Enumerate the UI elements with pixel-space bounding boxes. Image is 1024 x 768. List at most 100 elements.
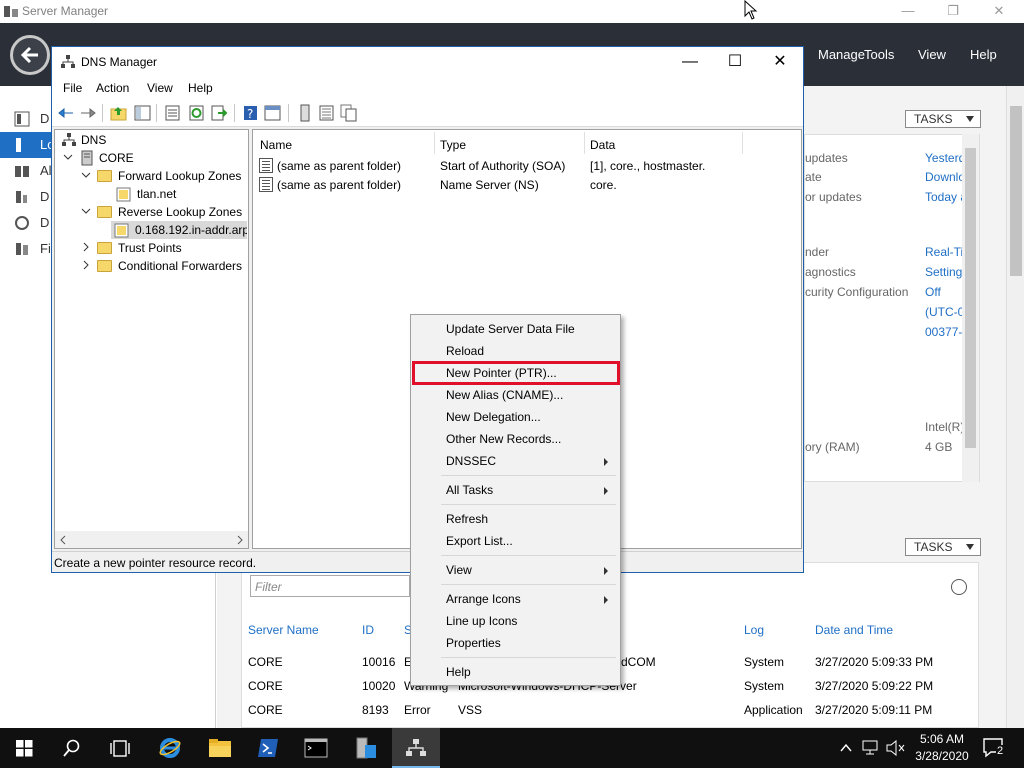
network-icon[interactable] xyxy=(862,740,880,756)
maximize-icon[interactable]: ❐ xyxy=(938,2,968,20)
menu-item-all-tasks[interactable]: All Tasks xyxy=(413,479,618,501)
menu-item-other-new-records[interactable]: Other New Records... xyxy=(413,428,618,450)
event-id: 10016 xyxy=(362,655,396,669)
menu-item-refresh[interactable]: Refresh xyxy=(413,508,618,530)
menu-item-view[interactable]: View xyxy=(413,559,618,581)
menu-tools[interactable]: Tools xyxy=(864,47,894,62)
taskbar-internet-explorer[interactable] xyxy=(146,728,194,768)
minimize-icon[interactable]: — xyxy=(893,2,923,20)
search-button[interactable] xyxy=(48,728,96,768)
tree-horizontal-scrollbar[interactable] xyxy=(55,531,248,548)
up-folder-icon[interactable] xyxy=(110,104,128,122)
chevron-left-icon[interactable] xyxy=(59,535,67,545)
menu-item-dnssec[interactable]: DNSSEC xyxy=(413,450,618,472)
forward-arrow-icon[interactable] xyxy=(79,104,97,122)
tree-node-server-core[interactable]: CORE xyxy=(57,149,247,167)
menu-file[interactable]: File xyxy=(63,81,82,95)
column-server-name[interactable]: Server Name xyxy=(248,623,319,637)
server-icon[interactable] xyxy=(296,104,314,122)
property-value[interactable]: Setting xyxy=(925,265,962,279)
start-button[interactable] xyxy=(0,728,48,768)
column-date-time[interactable]: Date and Time xyxy=(815,623,893,637)
menu-help[interactable]: Help xyxy=(188,81,213,95)
tree-node-forward-lookup-zones[interactable]: Forward Lookup Zones xyxy=(57,167,247,185)
list-icon[interactable] xyxy=(318,104,336,122)
tree-node-reverse-lookup-zones[interactable]: Reverse Lookup Zones xyxy=(57,203,247,221)
table-row[interactable]: (same as parent folder) Name Server (NS)… xyxy=(257,175,797,194)
event-source: VSS xyxy=(458,703,483,717)
expand-icon[interactable] xyxy=(951,579,967,595)
chevron-up-icon[interactable] xyxy=(840,742,852,754)
property-value[interactable]: Yesterd xyxy=(925,151,965,165)
close-icon[interactable]: ✕ xyxy=(984,2,1014,20)
taskbar-server-manager[interactable] xyxy=(342,728,390,768)
menu-item-properties[interactable]: Properties xyxy=(413,632,618,654)
copy-icon[interactable] xyxy=(340,104,358,122)
tasks-button-events[interactable]: TASKS xyxy=(905,538,981,556)
chevron-down-icon[interactable] xyxy=(81,206,91,216)
column-type[interactable]: Type xyxy=(440,138,466,152)
taskbar-command-prompt[interactable] xyxy=(292,728,340,768)
back-button[interactable] xyxy=(10,35,50,75)
dns-menubar: File Action View Help xyxy=(52,77,803,99)
help-icon[interactable]: ? xyxy=(242,104,260,122)
close-icon[interactable]: ✕ xyxy=(757,47,803,77)
events-filter-input[interactable]: Filter xyxy=(250,575,410,597)
tasks-button-properties[interactable]: TASKS xyxy=(905,110,981,128)
menu-item-help[interactable]: Help xyxy=(413,661,618,683)
menu-item-arrange-icons[interactable]: Arrange Icons xyxy=(413,588,618,610)
scrollbar-thumb[interactable] xyxy=(1010,106,1022,276)
properties-icon[interactable] xyxy=(164,104,182,122)
property-value[interactable]: Today a xyxy=(925,190,967,204)
menu-manage[interactable]: Manage xyxy=(818,47,865,62)
chevron-down-icon[interactable] xyxy=(63,152,73,162)
tree-node-conditional-forwarders[interactable]: Conditional Forwarders xyxy=(57,257,247,275)
taskbar-file-explorer[interactable] xyxy=(196,728,244,768)
menu-item-update-server-data-file[interactable]: Update Server Data File xyxy=(413,318,618,340)
menu-view[interactable]: View xyxy=(147,81,173,95)
scrollbar-thumb[interactable] xyxy=(965,148,976,448)
server-manager-scrollbar[interactable] xyxy=(1006,86,1024,728)
task-view-button[interactable] xyxy=(96,728,144,768)
column-log[interactable]: Log xyxy=(744,623,764,637)
property-value[interactable]: Real-Ti xyxy=(925,245,963,259)
property-value[interactable]: 00377- xyxy=(925,325,962,339)
property-value[interactable]: Downlo xyxy=(925,170,965,184)
tree-node-zone-tlan-net[interactable]: tlan.net xyxy=(57,185,247,203)
properties-scrollbar[interactable] xyxy=(962,134,979,482)
export-list-icon[interactable] xyxy=(210,104,228,122)
console-view-icon[interactable] xyxy=(264,104,282,122)
tree-node-dns[interactable]: DNS xyxy=(57,131,247,149)
column-data[interactable]: Data xyxy=(590,138,615,152)
tree-node-zone-reverse[interactable]: 0.168.192.in-addr.arpa xyxy=(111,221,247,239)
taskbar-powershell[interactable] xyxy=(244,728,292,768)
menu-item-reload[interactable]: Reload xyxy=(413,340,618,362)
show-tree-icon[interactable] xyxy=(134,104,152,122)
server-icon xyxy=(81,150,93,166)
menu-item-new-delegation[interactable]: New Delegation... xyxy=(413,406,618,428)
property-value[interactable]: Off xyxy=(925,285,941,299)
menu-item-export-list[interactable]: Export List... xyxy=(413,530,618,552)
menu-item-line-up-icons[interactable]: Line up Icons xyxy=(413,610,618,632)
taskbar-clock[interactable]: 5:06 AM 3/28/2020 xyxy=(908,731,976,765)
refresh-icon[interactable] xyxy=(188,104,206,122)
action-center-button[interactable]: 2 xyxy=(982,737,1006,759)
submenu-arrow-icon xyxy=(604,596,608,604)
chevron-right-icon[interactable] xyxy=(236,535,244,545)
column-name[interactable]: Name xyxy=(260,138,292,152)
table-row[interactable]: (same as parent folder) Start of Authori… xyxy=(257,156,797,175)
menu-item-new-alias[interactable]: New Alias (CNAME)... xyxy=(413,384,618,406)
chevron-right-icon[interactable] xyxy=(81,260,91,270)
menu-view[interactable]: View xyxy=(918,47,946,62)
taskbar-dns-manager[interactable] xyxy=(392,728,440,768)
volume-muted-icon[interactable] xyxy=(886,740,906,756)
menu-help[interactable]: Help xyxy=(970,47,997,62)
back-arrow-icon[interactable] xyxy=(57,104,75,122)
maximize-icon[interactable]: ☐ xyxy=(712,47,758,77)
minimize-icon[interactable]: — xyxy=(667,47,713,77)
menu-action[interactable]: Action xyxy=(96,81,129,95)
tree-node-trust-points[interactable]: Trust Points xyxy=(57,239,247,257)
column-id[interactable]: ID xyxy=(362,623,374,637)
chevron-right-icon[interactable] xyxy=(81,242,91,252)
chevron-down-icon[interactable] xyxy=(81,170,91,180)
